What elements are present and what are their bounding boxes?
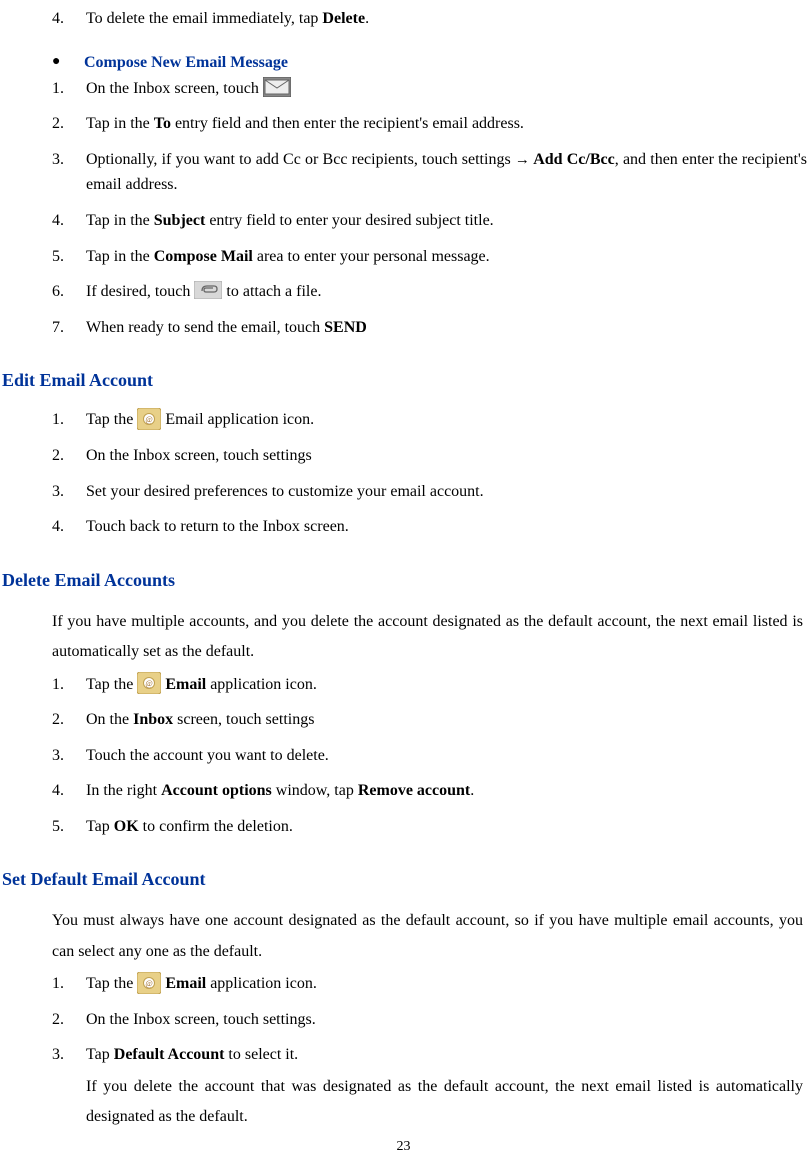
list-number: 4. bbox=[52, 778, 86, 804]
list-number: 3. bbox=[52, 147, 86, 198]
list-number: 2. bbox=[52, 707, 86, 733]
page-number: 23 bbox=[0, 1139, 807, 1155]
list-item: 5. Tap in the Compose Mail area to enter… bbox=[52, 244, 807, 270]
list-text: When ready to send the email, touch SEND bbox=[86, 315, 807, 341]
default-intro: You must always have one account designa… bbox=[52, 906, 803, 967]
list-item: 1. On the Inbox screen, touch bbox=[52, 76, 807, 102]
list-text: Optionally, if you want to add Cc or Bcc… bbox=[86, 147, 807, 198]
svg-text:@: @ bbox=[146, 979, 153, 988]
list-item: 6. If desired, touch to attach a file. bbox=[52, 279, 807, 305]
list-text: If desired, touch to attach a file. bbox=[86, 279, 807, 305]
list-text: Tap in the Compose Mail area to enter yo… bbox=[86, 244, 807, 270]
list-text: Tap OK to confirm the deletion. bbox=[86, 814, 807, 840]
list-item: 2. On the Inbox screen, touch settings bbox=[52, 707, 807, 733]
list-number: 4. bbox=[52, 514, 86, 540]
list-text: On the Inbox screen, touch bbox=[86, 76, 807, 102]
list-number: 3. bbox=[52, 743, 86, 769]
list-number: 5. bbox=[52, 244, 86, 270]
compose-heading: Compose New Email Message bbox=[84, 54, 288, 71]
list-item: 7. When ready to send the email, touch S… bbox=[52, 315, 807, 341]
list-text: Touch the account you want to delete. bbox=[86, 743, 807, 769]
svg-text:@: @ bbox=[146, 679, 153, 688]
attachment-icon bbox=[194, 281, 222, 299]
compose-envelope-icon bbox=[263, 77, 291, 97]
list-item: 4. Tap in the Subject entry field to ent… bbox=[52, 208, 807, 234]
bullet-icon: ● bbox=[52, 54, 80, 70]
list-number: 6. bbox=[52, 279, 86, 305]
page-content: 4. To delete the email immediately, tap … bbox=[0, 0, 807, 1165]
list-text: On the Inbox screen, touch settings. bbox=[86, 1007, 807, 1033]
list-number: 7. bbox=[52, 315, 86, 341]
list-item: 1. Tap the @ Email application icon. bbox=[52, 672, 807, 698]
list-item: 2. On the Inbox screen, touch settings bbox=[52, 443, 807, 469]
email-app-icon: @ bbox=[137, 672, 161, 694]
list-number: 3. bbox=[52, 479, 86, 505]
list-item: 3. Touch the account you want to delete. bbox=[52, 743, 807, 769]
list-number: 3. bbox=[52, 1042, 86, 1068]
list-item: 2. On the Inbox screen, touch settings. bbox=[52, 1007, 807, 1033]
list-text: Set your desired preferences to customiz… bbox=[86, 479, 807, 505]
list-number: 2. bbox=[52, 111, 86, 137]
list-text: Tap the @ Email application icon. bbox=[86, 971, 807, 997]
list-text: Tap the @ Email application icon. bbox=[86, 672, 807, 698]
list-text: In the right Account options window, tap… bbox=[86, 778, 807, 804]
list-number: 1. bbox=[52, 971, 86, 997]
list-number: 2. bbox=[52, 443, 86, 469]
list-item: 3. Tap Default Account to select it. bbox=[52, 1042, 807, 1068]
list-number: 1. bbox=[52, 672, 86, 698]
list-text: To delete the email immediately, tap Del… bbox=[86, 6, 807, 32]
list-item: 4. To delete the email immediately, tap … bbox=[52, 6, 807, 32]
list-text: Tap Default Account to select it. bbox=[86, 1042, 807, 1068]
list-item: 2. Tap in the To entry field and then en… bbox=[52, 111, 807, 137]
delete-intro: If you have multiple accounts, and you d… bbox=[52, 607, 803, 668]
list-text: Touch back to return to the Inbox screen… bbox=[86, 514, 807, 540]
list-item: 1. Tap the @ Email application icon. bbox=[52, 971, 807, 997]
default-note: If you delete the account that was desig… bbox=[86, 1072, 803, 1133]
email-app-icon: @ bbox=[137, 408, 161, 430]
list-number: 2. bbox=[52, 1007, 86, 1033]
list-number: 5. bbox=[52, 814, 86, 840]
list-item: 4. Touch back to return to the Inbox scr… bbox=[52, 514, 807, 540]
list-number: 1. bbox=[52, 76, 86, 102]
email-app-icon: @ bbox=[137, 972, 161, 994]
list-text: On the Inbox screen, touch settings bbox=[86, 443, 807, 469]
list-item: 1. Tap the @ Email application icon. bbox=[52, 407, 807, 433]
list-item: 5. Tap OK to confirm the deletion. bbox=[52, 814, 807, 840]
arrow-icon: → bbox=[515, 152, 530, 168]
list-number: 1. bbox=[52, 407, 86, 433]
bullet-heading: ● Compose New Email Message bbox=[52, 54, 807, 72]
list-number: 4. bbox=[52, 6, 86, 32]
list-text: Tap the @ Email application icon. bbox=[86, 407, 807, 433]
list-item: 3. Set your desired preferences to custo… bbox=[52, 479, 807, 505]
list-item: 3. Optionally, if you want to add Cc or … bbox=[52, 147, 807, 198]
delete-heading: Delete Email Accounts bbox=[2, 570, 807, 591]
svg-text:@: @ bbox=[146, 415, 153, 424]
edit-heading: Edit Email Account bbox=[2, 370, 807, 391]
list-text: Tap in the Subject entry field to enter … bbox=[86, 208, 807, 234]
list-text: Tap in the To entry field and then enter… bbox=[86, 111, 807, 137]
list-number: 4. bbox=[52, 208, 86, 234]
list-item: 4. In the right Account options window, … bbox=[52, 778, 807, 804]
default-heading: Set Default Email Account bbox=[2, 869, 807, 890]
list-text: On the Inbox screen, touch settings bbox=[86, 707, 807, 733]
